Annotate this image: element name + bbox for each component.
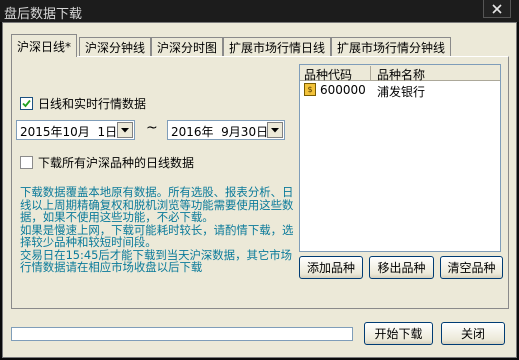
column-divider[interactable] [370,66,371,80]
clear-products-button[interactable]: 清空品种 [440,256,503,279]
tab-sh-sz-daily[interactable]: 沪深日线* [11,34,78,57]
checkmark-icon [22,99,31,108]
list-header: 品种代码 品种名称 [300,65,500,83]
stock-icon: $ [304,83,316,96]
all-products-label: 下载所有沪深品种的日线数据 [38,156,195,170]
product-list[interactable]: 品种代码 品种名称 $ 600000 浦发银行 [299,64,501,252]
start-date-value: 2015年10月 1日 [20,125,118,139]
tab-ext-daily[interactable]: 扩展市场行情日线 [223,37,332,56]
note-slow-network: 如果是慢速上网，下载可能耗时较长，请酌情下载，选择较少品种和较短时间段。 [20,222,294,249]
product-code: 600000 [320,83,366,97]
add-product-button[interactable]: 添加品种 [299,256,363,279]
checkbox-box [20,156,33,169]
daily-realtime-checkbox[interactable]: 日线和实时行情数据 [20,95,146,112]
tab-sh-sz-intraday[interactable]: 沪深分时图 [151,37,224,56]
download-notes: 下载数据覆盖本地原有数据。所有选股、报表分析、日线以上周期精确复权和脱机浏览等功… [20,186,300,274]
note-trading-time: 交易日在15:45后才能下载到当天沪深数据，其它市场行情数据请在相应市场收盘以后… [20,247,293,274]
download-dialog: 盘后数据下载 沪深日线* 沪深分钟线 沪深分时图 扩展市场行情日线 扩展市场行情… [0,0,519,360]
start-download-button[interactable]: 开始下载 [364,322,433,345]
tab-ext-minute[interactable]: 扩展市场行情分钟线 [331,37,452,56]
window-title: 盘后数据下载 [4,7,83,22]
start-date-picker[interactable]: 2015年10月 1日 [16,120,135,140]
dialog-body: 沪深日线* 沪深分钟线 沪深分时图 扩展市场行情日线 扩展市场行情分钟线 日线和… [2,22,517,358]
tab-sh-sz-minute[interactable]: 沪深分钟线 [79,37,152,56]
download-progress-bar [11,327,353,341]
all-products-checkbox[interactable]: 下载所有沪深品种的日线数据 [20,154,194,171]
note-overwrite: 下载数据覆盖本地原有数据。所有选股、报表分析、日线以上周期精确复权和脱机浏览等功… [20,185,294,224]
date-range-separator: ~ [146,120,158,136]
column-header-name[interactable]: 品种名称 [377,66,425,83]
title-bar: 盘后数据下载 [0,0,519,22]
daily-realtime-label: 日线和实时行情数据 [38,97,147,111]
list-item[interactable]: $ 600000 浦发银行 [300,82,500,99]
chevron-down-icon [121,127,129,132]
column-header-code[interactable]: 品种代码 [304,66,352,83]
end-date-value: 2016年 9月30日 [171,125,269,139]
checkbox-box [20,97,33,110]
close-button[interactable]: 关闭 [441,322,505,345]
start-date-dropdown-button[interactable] [117,122,133,138]
product-name: 浦发银行 [377,85,426,99]
chevron-down-icon [271,127,279,132]
end-date-dropdown-button[interactable] [267,122,283,138]
end-date-picker[interactable]: 2016年 9月30日 [167,120,285,140]
close-icon [492,3,502,14]
close-window-button[interactable] [483,0,511,18]
remove-product-button[interactable]: 移出品种 [369,256,434,279]
